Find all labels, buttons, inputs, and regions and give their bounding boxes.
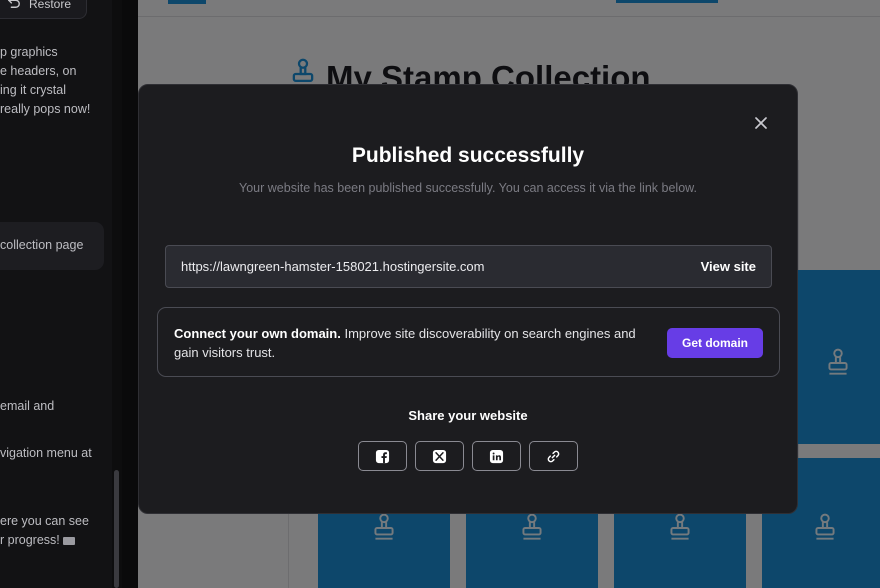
copy-link-button[interactable] <box>529 441 578 471</box>
site-url-box: https://lawngreen-hamster-158021.hosting… <box>165 245 772 288</box>
chat-message-line: email and <box>0 399 55 413</box>
panel-divider <box>122 0 138 588</box>
share-x-button[interactable] <box>415 441 464 471</box>
chat-panel: Restore p graphics e headers, on ing it … <box>0 0 112 588</box>
close-icon <box>755 117 767 129</box>
modal-subtitle: Your website has been published successf… <box>239 181 697 195</box>
restore-label: Restore <box>29 0 72 11</box>
share-buttons <box>358 441 578 471</box>
linkedin-icon <box>489 449 504 463</box>
share-linkedin-button[interactable] <box>472 441 521 471</box>
link-icon <box>547 450 560 462</box>
connect-domain-card: Connect your own domain. Improve site di… <box>157 307 780 377</box>
share-facebook-button[interactable] <box>358 441 407 471</box>
undo-icon <box>7 0 21 12</box>
close-button[interactable] <box>751 113 771 133</box>
modal-title: Published successfully <box>351 144 585 167</box>
share-heading: Share your website <box>408 408 528 423</box>
restore-button[interactable]: Restore <box>0 0 87 19</box>
user-message-text: collection page <box>0 238 84 252</box>
chat-message: p graphics e headers, on ing it crystal … <box>0 45 91 116</box>
facebook-icon <box>375 449 390 463</box>
chat-message-line: vigation menu at <box>0 446 92 460</box>
view-site-button[interactable]: View site <box>701 259 756 274</box>
chat-message: ere you can see r progress! <box>0 514 89 547</box>
chat-scrollbar-thumb[interactable] <box>114 470 119 588</box>
connect-domain-text: Connect your own domain. Improve site di… <box>174 326 636 360</box>
book-icon <box>63 536 76 545</box>
get-domain-button[interactable]: Get domain <box>667 328 763 358</box>
publish-success-modal: Published successfully Your website has … <box>138 84 798 514</box>
site-url-link[interactable]: https://lawngreen-hamster-158021.hosting… <box>181 259 485 274</box>
x-icon <box>432 449 447 463</box>
